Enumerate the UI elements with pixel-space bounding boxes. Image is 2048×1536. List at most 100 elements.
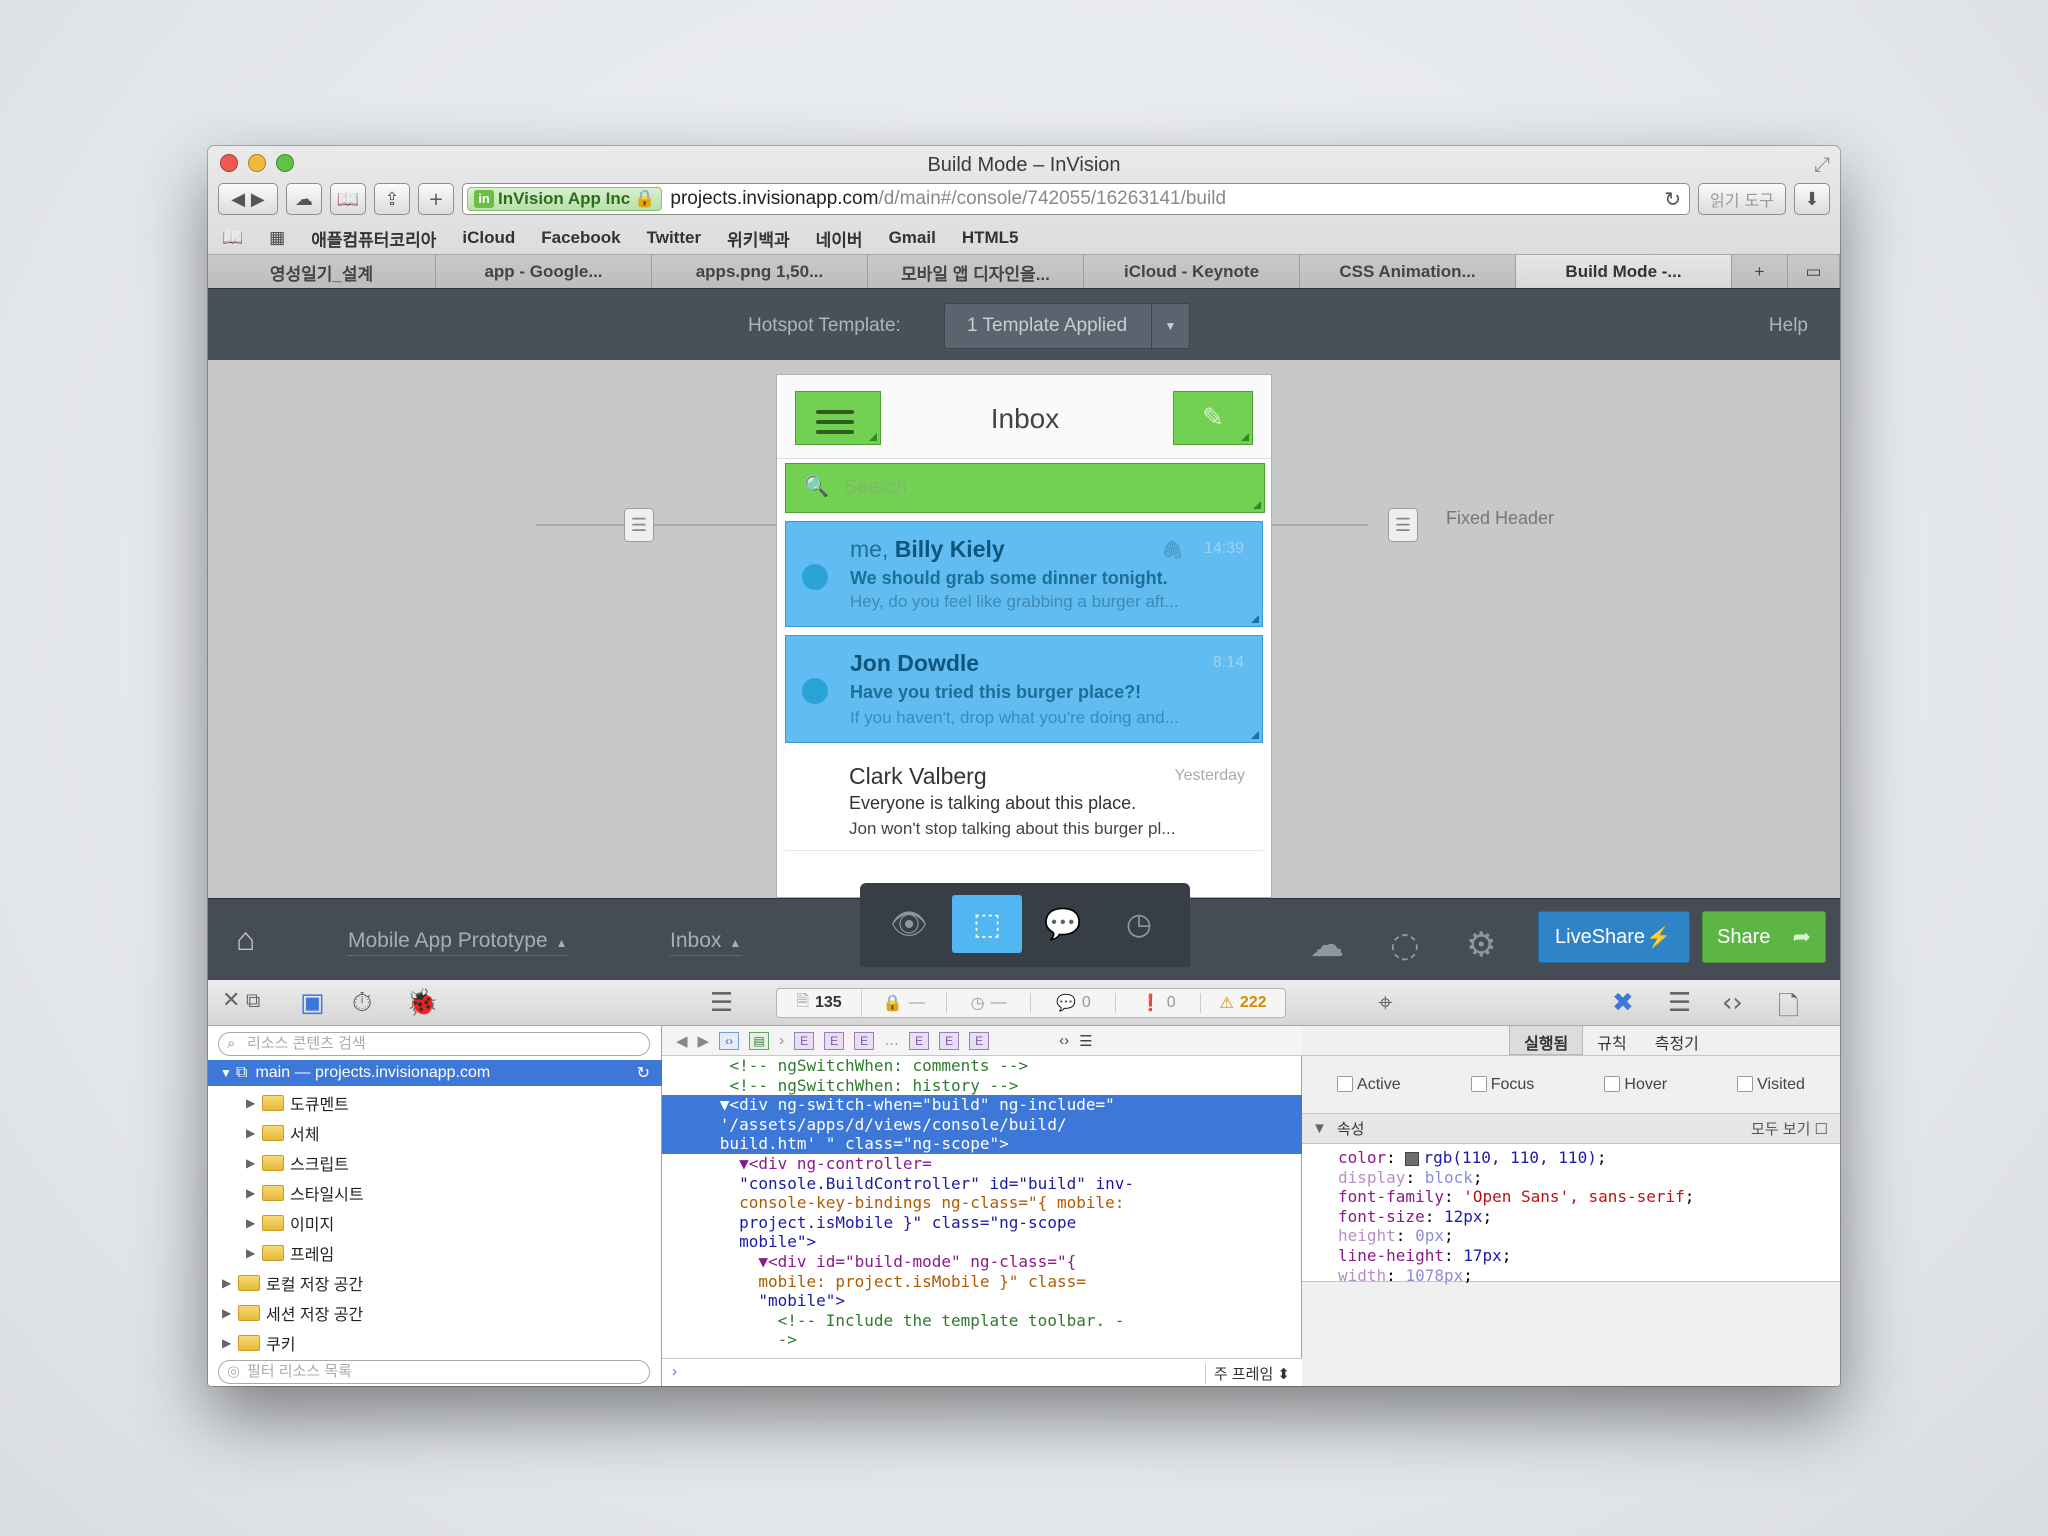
navigation-sidebar-icon[interactable]: ☰ [710, 988, 733, 1018]
tab-overview-icon[interactable]: ▭ [1788, 255, 1840, 289]
project-breadcrumb[interactable]: Mobile App Prototype ▲ [348, 929, 568, 956]
tree-item-storage[interactable]: ▶ 로컬 저장 공간 [208, 1270, 662, 1296]
comment-mode-icon[interactable]: 💬 [1028, 895, 1098, 953]
tree-item-storage[interactable]: ▶ 세션 저장 공간 [208, 1300, 662, 1326]
element-node-icon[interactable]: E [909, 1031, 930, 1050]
reader-button[interactable]: 읽기 도구 [1698, 183, 1786, 215]
tree-item-folder[interactable]: ▶ 서체 [208, 1120, 662, 1146]
hotspot-message-1[interactable]: me, Billy Kiely 🖇 14:39 We should grab s… [785, 521, 1263, 627]
code-brackets-icon[interactable]: ‹› [1722, 988, 1743, 1018]
bookmarks-book-icon[interactable]: 📖 [330, 183, 366, 215]
icloud-tabs-icon[interactable]: ☁ [286, 183, 322, 215]
back-arrow-icon[interactable]: ◀ [676, 1032, 688, 1050]
address-bar[interactable]: in InVision App Inc 🔒 projects.invisionapp… [462, 183, 1690, 215]
bookmark-item[interactable]: iCloud [462, 228, 515, 248]
bookmark-item[interactable]: HTML5 [962, 228, 1019, 248]
bookmark-item[interactable]: Twitter [647, 228, 701, 248]
console-prompt[interactable]: › 주 프레임 ⬍ [662, 1358, 1302, 1386]
build-mode-select-icon[interactable]: ⬚ [952, 895, 1022, 953]
resource-filter-input[interactable]: ◎ 필터 리소스 목록 [218, 1360, 650, 1384]
element-node-icon[interactable]: E [824, 1031, 845, 1050]
close-inspector-icon[interactable]: ✕ [222, 988, 240, 1013]
properties-header[interactable]: ▼ 속성 모두 보기 ☐ [1302, 1114, 1840, 1144]
visited-checkbox[interactable]: Visited [1737, 1076, 1805, 1094]
browser-tab[interactable]: 영성일기_설계 [208, 255, 436, 289]
bookmark-item[interactable]: 애플컴퓨터코리아 [311, 226, 436, 251]
document-node-icon[interactable]: ‹› [719, 1031, 740, 1050]
menu-icon[interactable]: ☰ [1079, 1032, 1092, 1050]
hotspot-message-2[interactable]: Jon Dowdle 8:14 Have you tried this burg… [785, 635, 1263, 743]
debugger-bug-icon[interactable]: 🐞 [406, 988, 438, 1018]
frame-selector[interactable]: 주 프레임 ⬍ [1204, 1363, 1290, 1384]
element-node-icon[interactable]: E [969, 1031, 990, 1050]
tab-metrics[interactable]: 측정기 [1641, 1026, 1713, 1055]
preview-mode-eye-icon[interactable]: 👁 [874, 895, 944, 953]
color-swatch[interactable] [1405, 1151, 1420, 1166]
dom-source-view[interactable]: <!-- ngSwitchWhen: comments --> <!-- ngS… [662, 1056, 1302, 1358]
tree-item-folder[interactable]: ▶ 프레임 [208, 1240, 662, 1266]
tree-item-storage[interactable]: ▶ 쿠키 [208, 1330, 662, 1356]
tree-item-folder[interactable]: ▶ 스타일시트 [208, 1180, 662, 1206]
dom-line-selected[interactable]: '/assets/apps/d/views/console/build/ [662, 1114, 1302, 1135]
resources-icon[interactable]: ▣ [300, 988, 325, 1018]
browser-tab[interactable]: iCloud - Keynote [1084, 255, 1300, 289]
reload-icon[interactable]: ↻ [1664, 187, 1681, 212]
element-node-icon[interactable]: E [794, 1031, 815, 1050]
upload-cloud-icon[interactable]: ☁ [1310, 925, 1344, 965]
frame-node-icon[interactable]: ▤ [749, 1031, 770, 1050]
resource-search-input[interactable]: ⌕ 리소스 콘텐츠 검색 [218, 1032, 650, 1056]
hotspot-search[interactable]: 🔍 Search [785, 463, 1265, 513]
resource-count[interactable]: 🗎 135 [777, 989, 862, 1017]
focus-checkbox[interactable]: Focus [1471, 1076, 1535, 1094]
element-node-icon[interactable]: E [939, 1031, 960, 1050]
error-count[interactable]: ❗ 0 [1116, 993, 1202, 1013]
tree-item-folder[interactable]: ▶ 이미지 [208, 1210, 662, 1236]
liveshare-button[interactable]: LiveShare ⚡ [1538, 911, 1690, 963]
hotspot-menu[interactable] [795, 391, 881, 445]
history-mode-clock-icon[interactable]: ◷ [1104, 895, 1174, 953]
message-3[interactable]: Clark Valberg Yesterday Everyone is talk… [785, 747, 1263, 851]
crosshair-icon[interactable]: ⌖ [1378, 988, 1393, 1019]
element-node-icon[interactable]: E [854, 1031, 875, 1050]
guide-handle-left[interactable]: ☰ [624, 508, 654, 542]
warning-count[interactable]: ⚠ 222 [1201, 993, 1285, 1013]
share-button[interactable]: Share ➦ [1702, 911, 1826, 963]
timeline-clock-icon[interactable]: ⏱ [352, 988, 372, 1019]
tree-item-folder[interactable]: ▶ 스크립트 [208, 1150, 662, 1176]
ev-certificate-badge[interactable]: in InVision App Inc 🔒 [467, 187, 663, 211]
detach-inspector-icon[interactable]: ⧉ [246, 988, 260, 1012]
dom-line-selected[interactable]: ▼<div ng-switch-when="build" ng-include=… [662, 1095, 1302, 1115]
active-checkbox[interactable]: Active [1337, 1076, 1401, 1094]
tab-rules[interactable]: 규칙 [1583, 1026, 1640, 1055]
back-forward-buttons[interactable]: ◀ ▶ [218, 183, 278, 215]
layers-icon[interactable]: ☰ [1668, 988, 1691, 1018]
tab-computed[interactable]: 실행됨 [1509, 1026, 1584, 1055]
dom-line-selected[interactable]: build.htm' " class="ng-scope"> [662, 1134, 1302, 1154]
sync-circle-icon[interactable]: ◌ [1390, 925, 1420, 965]
hover-checkbox[interactable]: Hover [1604, 1076, 1667, 1094]
browser-tab[interactable]: app - Google... [436, 255, 652, 289]
bookmark-item[interactable]: Facebook [541, 228, 620, 248]
guide-handle-right[interactable]: ☰ [1388, 508, 1418, 542]
tree-item-folder[interactable]: ▶ 도큐멘트 [208, 1090, 662, 1116]
home-icon[interactable]: ⌂ [236, 921, 255, 958]
hotspot-template-select[interactable]: 1 Template Applied ▼ [944, 303, 1190, 349]
downloads-icon[interactable]: ⬇ [1794, 183, 1830, 215]
bookmark-item[interactable]: 네이버 [816, 226, 863, 251]
browser-tab[interactable]: apps.png 1,50... [652, 255, 868, 289]
forward-arrow-icon[interactable]: ▶ [698, 1032, 710, 1050]
share-icon[interactable]: ⇪ [374, 183, 410, 215]
show-all-checkbox[interactable]: 모두 보기 ☐ [1751, 1118, 1828, 1139]
bookmark-item[interactable]: Gmail [889, 228, 936, 248]
screen-breadcrumb[interactable]: Inbox ▲ [670, 929, 742, 956]
add-bookmark-icon[interactable]: + [418, 183, 454, 215]
reading-list-icon[interactable]: 📖 [222, 228, 243, 248]
browser-tab-active[interactable]: Build Mode -... [1516, 255, 1732, 289]
browser-tab[interactable]: CSS Animation... [1300, 255, 1516, 289]
help-link[interactable]: Help [1769, 315, 1808, 337]
gear-icon[interactable]: ⚙ [1466, 925, 1496, 965]
source-toggle-icon[interactable]: ‹› [1059, 1032, 1069, 1049]
tree-item-main[interactable]: ▼ ⧉ main — projects.invisionapp.com ↻ [208, 1060, 662, 1086]
hotspot-compose[interactable]: ✎ [1173, 391, 1253, 445]
bookmark-item[interactable]: 위키백과 [727, 226, 790, 251]
